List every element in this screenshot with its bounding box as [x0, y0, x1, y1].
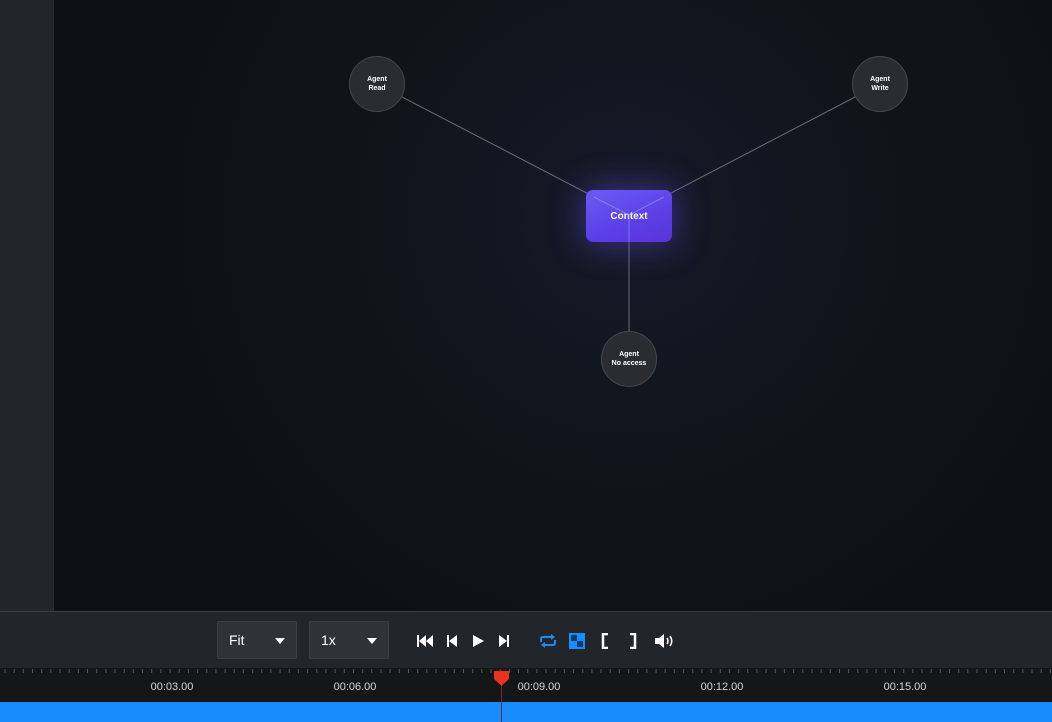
playback-controls: Fit 1x: [0, 611, 1052, 669]
ruler-ticks: [4, 669, 1051, 673]
step-back-icon: [447, 635, 457, 647]
link-overlay-read: [593, 196, 630, 216]
step-forward-button[interactable]: [493, 630, 515, 652]
tick-label-4: 00:12.00: [700, 681, 744, 693]
tick-label-3: 00:09.00: [517, 681, 561, 693]
timeline-track[interactable]: [0, 702, 1052, 722]
volume-icon: [655, 634, 673, 648]
left-panel: [0, 0, 54, 611]
chevron-down-icon: [367, 638, 377, 644]
mark-out-icon: [630, 633, 637, 649]
graph-links-overlay: [593, 196, 665, 242]
mark-in-icon: [601, 633, 608, 649]
tick-label-2: 00:06.00: [333, 681, 377, 693]
skip-to-start-icon: [417, 635, 433, 647]
zoom-select-value: Fit: [229, 632, 245, 648]
loop-icon: [540, 634, 556, 648]
speed-select[interactable]: 1x: [309, 621, 389, 659]
speed-select-value: 1x: [321, 632, 336, 648]
step-forward-icon: [499, 635, 509, 647]
chevron-down-icon: [275, 638, 285, 644]
tick-label-5: 00:15.00: [883, 681, 927, 693]
playhead-handle[interactable]: [493, 670, 510, 687]
step-back-button[interactable]: [441, 630, 463, 652]
play-icon: [473, 635, 484, 647]
transparency-grid-icon: [569, 633, 585, 649]
preview-canvas[interactable]: Agent Read Agent Write Agent No access C…: [54, 0, 1052, 610]
play-button[interactable]: [467, 630, 489, 652]
volume-button[interactable]: [654, 630, 676, 652]
mark-in-button[interactable]: [594, 630, 616, 652]
zoom-select[interactable]: Fit: [217, 621, 297, 659]
timeline-ruler[interactable]: 00:03.00 00:06.00 00:09.00 00:12.00 00:1…: [0, 668, 1052, 702]
mark-out-button[interactable]: [622, 630, 644, 652]
tick-label-1: 00:03.00: [150, 681, 194, 693]
loop-button[interactable]: [537, 630, 559, 652]
transparency-grid-button[interactable]: [566, 630, 588, 652]
skip-to-start-button[interactable]: [414, 630, 436, 652]
link-overlay-write: [628, 196, 665, 216]
